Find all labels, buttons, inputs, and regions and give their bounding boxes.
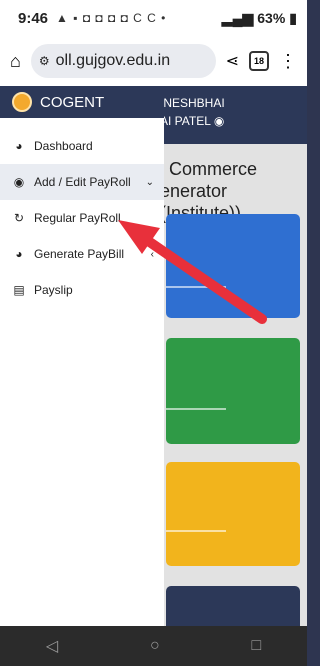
document-icon: ▤ (13, 283, 25, 297)
browser-toolbar: ⌂ ⚙ oll.gujgov.edu.in ⋖ 18 ⋮ (0, 36, 307, 86)
sidebar-item-dashboard[interactable]: ◕ Dashboard (0, 128, 164, 164)
recents-icon[interactable]: □ (251, 637, 261, 655)
share-icon[interactable]: ⋖ (226, 51, 239, 71)
sidebar-item-regular-payroll[interactable]: ↻ Regular PayRoll (0, 200, 164, 236)
url-text: oll.gujgov.edu.in (55, 52, 171, 69)
web-page: INESHBHAI AI PATEL ◉ l Commerce enerator… (0, 86, 307, 626)
sidebar-item-payslip[interactable]: ▤ Payslip (0, 272, 164, 308)
user-circle-icon: ◉ (13, 175, 25, 189)
user-name[interactable]: INESHBHAI AI PATEL ◉ (160, 94, 225, 130)
battery-icon: ▮ (289, 9, 297, 26)
user-icon: ◉ (213, 114, 225, 128)
system-nav-bar: ◁ ○ □ (0, 626, 307, 666)
status-right: ▂▄▆ 63% ▮ (222, 10, 297, 27)
history-icon: ↻ (13, 211, 25, 225)
summary-card-green[interactable] (166, 338, 300, 444)
notification-icons: ▲ ▪ ◘ ◘ ◘ ◘ C C • (56, 11, 167, 25)
summary-card-yellow[interactable] (166, 462, 300, 566)
sidebar: COGENT ◕ Dashboard ◉ Add / Edit PayRoll … (0, 86, 164, 626)
tab-count-button[interactable]: 18 (249, 51, 269, 71)
address-bar[interactable]: ⚙ oll.gujgov.edu.in (30, 44, 216, 78)
summary-card-blue[interactable] (166, 214, 300, 318)
status-bar: 9:46 ▲ ▪ ◘ ◘ ◘ ◘ C C • ▂▄▆ 63% ▮ (0, 0, 307, 36)
chevron-down-icon: ⌄ (145, 176, 154, 188)
signal-icon: ▂▄▆ (221, 9, 254, 26)
site-settings-icon[interactable]: ⚙ (39, 54, 50, 68)
status-time: 9:46 (18, 9, 49, 27)
dashboard-icon: ◕ (15, 247, 23, 261)
summary-card-navy[interactable] (166, 586, 300, 626)
brand[interactable]: COGENT (0, 86, 164, 118)
dashboard-icon: ◕ (15, 139, 23, 153)
card-progress (166, 530, 226, 532)
sidebar-item-generate-paybill[interactable]: ◕ Generate PayBill ‹ (0, 236, 164, 272)
sidebar-menu: ◕ Dashboard ◉ Add / Edit PayRoll ⌄ ↻ Reg… (0, 118, 164, 308)
home-circle-icon[interactable]: ○ (150, 637, 160, 655)
card-progress (166, 408, 226, 410)
logo-icon (12, 92, 32, 112)
menu-icon[interactable]: ⋮ (279, 51, 297, 72)
sidebar-item-add-edit-payroll[interactable]: ◉ Add / Edit PayRoll ⌄ (0, 164, 164, 200)
battery-level: 63% (257, 10, 286, 26)
home-icon[interactable]: ⌂ (10, 51, 21, 72)
back-icon[interactable]: ◁ (46, 636, 58, 656)
chevron-left-icon: ‹ (150, 248, 154, 260)
card-progress (166, 286, 226, 288)
brand-name: COGENT (40, 93, 105, 111)
